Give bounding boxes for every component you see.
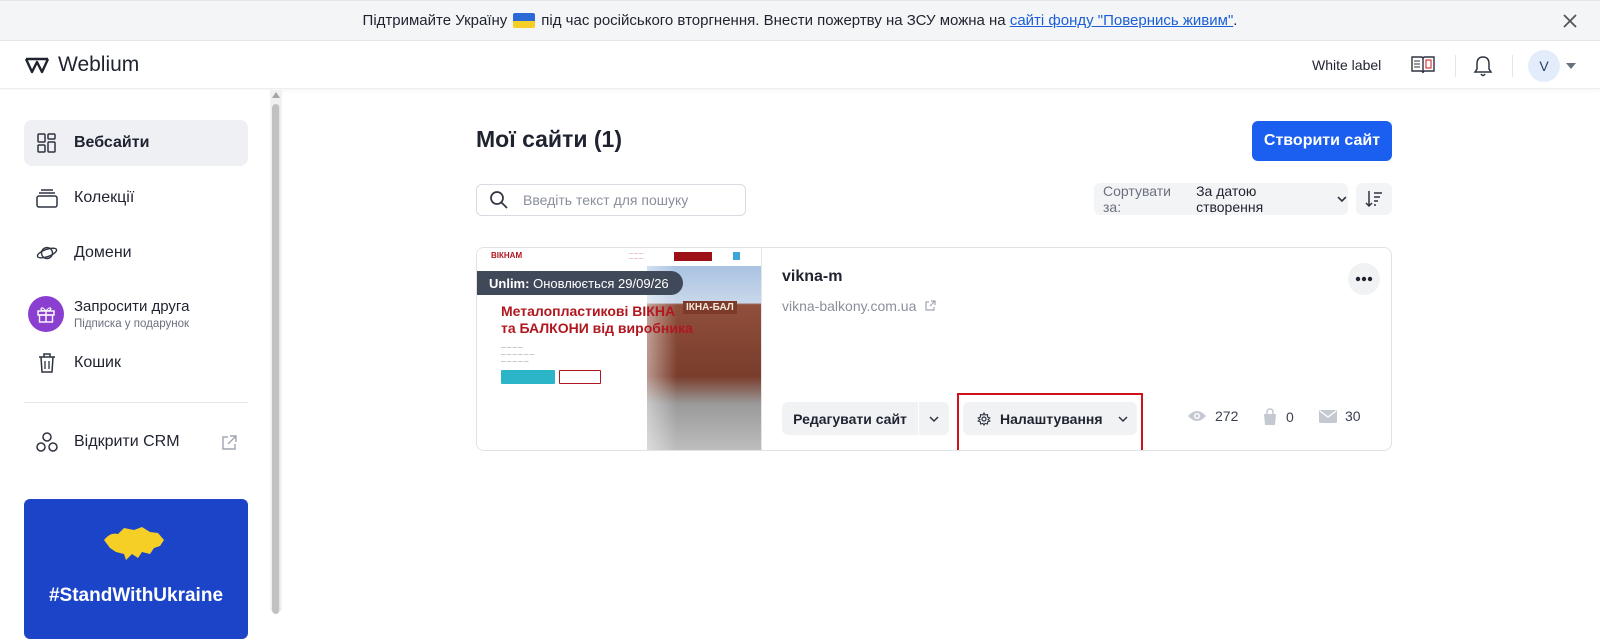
close-banner-icon[interactable] bbox=[1560, 11, 1580, 31]
ukraine-support-banner: Підтримайте Україну під час російського … bbox=[0, 0, 1600, 41]
orders-count: 0 bbox=[1286, 409, 1294, 425]
user-avatar[interactable]: V bbox=[1528, 50, 1560, 82]
chevron-down-icon bbox=[1337, 196, 1347, 203]
logo-text: Weblium bbox=[58, 53, 140, 76]
sort-dropdown[interactable]: Сортувати за: За датою створення bbox=[1094, 183, 1348, 215]
sidebar-item-label: Колекції bbox=[74, 189, 135, 206]
search-icon bbox=[490, 191, 508, 209]
banner-donation-link[interactable]: сайті фонду "Повернись живим" bbox=[1010, 12, 1233, 29]
stat-views: 272 bbox=[1187, 408, 1238, 424]
sidebar-item-label: Вебсайти bbox=[74, 134, 150, 151]
edit-site-button[interactable]: Редагувати сайт bbox=[782, 402, 918, 435]
plan-renewal: Оновлюється 29/09/26 bbox=[533, 275, 669, 291]
chevron-down-icon bbox=[929, 415, 939, 422]
preview-social-icon bbox=[733, 252, 740, 260]
sidebar-item-trash[interactable]: Кошик bbox=[24, 340, 248, 386]
sort-order-button[interactable] bbox=[1356, 183, 1392, 215]
invite-friend-item[interactable]: Запросити друга Підписка у подарунок bbox=[24, 288, 248, 340]
search-input[interactable] bbox=[523, 192, 733, 208]
trash-icon bbox=[36, 352, 58, 374]
banner-text-end: . bbox=[1233, 12, 1238, 29]
preview-brand: ВІКНАМ bbox=[491, 251, 523, 260]
preview-headline: Металопластикові ВІКНА та БАЛКОНИ від вир… bbox=[501, 303, 693, 337]
site-url-link[interactable]: vikna-balkony.com.ua bbox=[782, 298, 936, 314]
preview-secondary-button bbox=[559, 370, 601, 384]
gift-icon bbox=[28, 296, 64, 332]
scrollbar-thumb[interactable] bbox=[272, 104, 280, 614]
weblium-logo-icon bbox=[24, 57, 50, 74]
sidebar-item-websites[interactable]: Вебсайти bbox=[24, 120, 248, 166]
page-title: Мої сайти (1) bbox=[476, 126, 622, 152]
preview-primary-button bbox=[501, 370, 555, 384]
banner-text-middle: під час російського вторгнення. Внести п… bbox=[541, 12, 1006, 29]
sidebar-scrollbar[interactable] bbox=[270, 90, 282, 614]
sidebar-item-label: Домени bbox=[74, 244, 132, 261]
gear-icon bbox=[977, 411, 991, 426]
header-divider bbox=[1512, 55, 1513, 77]
sort-label: Сортувати за: bbox=[1103, 183, 1171, 215]
messages-count: 30 bbox=[1345, 408, 1361, 424]
preview-headline-line2: та БАЛКОНИ від виробника bbox=[501, 320, 693, 336]
chevron-down-icon bbox=[1118, 415, 1128, 422]
mail-icon bbox=[1319, 409, 1337, 423]
site-url-text: vikna-balkony.com.ua bbox=[782, 298, 917, 314]
sidebar: Вебсайти Колекції Домени Запросити друга… bbox=[0, 90, 276, 639]
header-divider bbox=[1455, 55, 1456, 77]
weblium-logo[interactable]: Weblium bbox=[24, 53, 139, 77]
app-header: Weblium White label V bbox=[0, 41, 1600, 89]
shopping-bag-icon bbox=[1264, 408, 1276, 425]
plan-name: Unlim: bbox=[489, 275, 530, 291]
external-link-icon bbox=[925, 300, 936, 311]
white-label-link[interactable]: White label bbox=[1312, 57, 1381, 73]
stat-messages: 30 bbox=[1319, 408, 1361, 424]
notifications-bell-icon[interactable] bbox=[1472, 54, 1494, 78]
views-count: 272 bbox=[1215, 408, 1239, 424]
create-site-button[interactable]: Створити сайт bbox=[1252, 121, 1392, 161]
crm-nodes-icon bbox=[36, 431, 58, 453]
grid-icon bbox=[36, 132, 58, 154]
sidebar-item-collections[interactable]: Колекції bbox=[24, 175, 248, 221]
plan-badge: Unlim: Оновлюється 29/09/26 bbox=[477, 271, 683, 295]
ukraine-flag-icon bbox=[513, 13, 536, 28]
stack-icon bbox=[36, 187, 58, 209]
preview-phones: — — — — — — bbox=[629, 250, 644, 260]
site-card: ВІКНАМ — — — — — — ІКНА-БАЛ Unlim: Оновлю… bbox=[476, 247, 1392, 451]
preview-callback-button bbox=[674, 252, 712, 261]
edit-site-dropdown-button[interactable] bbox=[919, 402, 949, 435]
sort-descending-icon bbox=[1365, 191, 1382, 208]
eye-icon bbox=[1188, 411, 1206, 421]
settings-label: Налаштування bbox=[1000, 410, 1103, 427]
site-more-options-button[interactable] bbox=[1348, 263, 1380, 295]
stat-orders: 0 bbox=[1262, 408, 1294, 426]
planet-icon bbox=[36, 242, 58, 264]
site-name: vikna-m bbox=[782, 268, 843, 285]
sidebar-item-domains[interactable]: Домени bbox=[24, 230, 248, 276]
ukraine-map-icon bbox=[104, 527, 164, 560]
site-preview-thumbnail[interactable]: ВІКНАМ — — — — — — ІКНА-БАЛ Unlim: Оновлю… bbox=[477, 248, 762, 450]
sidebar-item-label: Відкрити CRM bbox=[74, 433, 180, 450]
invite-title: Запросити друга bbox=[74, 298, 190, 315]
stand-with-ukraine-text: #StandWithUkraine bbox=[48, 585, 224, 606]
preview-small-text: — — — — — — — — — — — — — — — bbox=[501, 345, 535, 364]
external-link-icon bbox=[222, 435, 237, 450]
preview-headline-line1: Металопластикові ВІКНА bbox=[501, 303, 676, 319]
search-box[interactable] bbox=[476, 184, 746, 216]
stand-with-ukraine-card[interactable]: #StandWithUkraine bbox=[24, 499, 248, 639]
chevron-down-icon[interactable] bbox=[1566, 63, 1576, 69]
banner-text-start: Підтримайте Україну bbox=[362, 12, 508, 29]
knowledge-base-icon[interactable] bbox=[1410, 54, 1436, 76]
site-settings-button[interactable]: Налаштування bbox=[963, 402, 1137, 435]
invite-subtitle: Підписка у подарунок bbox=[74, 318, 190, 330]
more-dots-icon bbox=[1355, 276, 1373, 282]
sort-value: За датою створення bbox=[1196, 183, 1264, 215]
sidebar-divider bbox=[24, 402, 248, 403]
sidebar-item-crm[interactable]: Відкрити CRM bbox=[24, 419, 248, 465]
sidebar-item-label: Кошик bbox=[74, 354, 121, 371]
scroll-up-arrow-icon[interactable] bbox=[272, 92, 280, 98]
